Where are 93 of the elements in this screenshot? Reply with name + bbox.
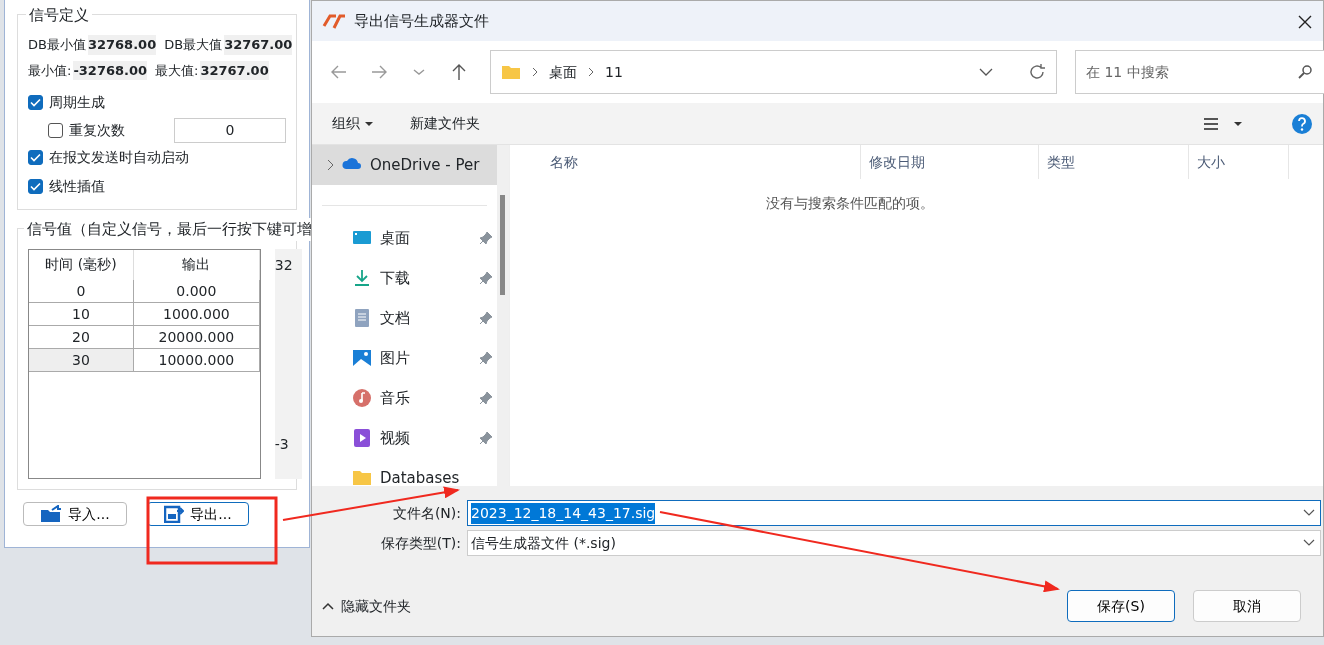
chevron-right-icon	[326, 159, 334, 171]
sidebar-item[interactable]: 桌面	[312, 218, 497, 258]
limit-label: DB最大值	[164, 36, 223, 54]
toolbar-button[interactable]: 组织	[332, 113, 374, 134]
sidebar-item[interactable]: OneDrive - Per	[312, 145, 497, 185]
image-icon	[352, 348, 372, 368]
caret-icon	[1233, 120, 1243, 127]
document-icon	[352, 308, 372, 328]
chevron-down-icon	[1302, 508, 1316, 518]
chevron-down-icon	[1302, 538, 1316, 548]
help-button[interactable]	[1291, 112, 1313, 135]
folder-icon	[352, 468, 372, 486]
field-label: 保存类型(T):	[380, 534, 461, 551]
filename-field[interactable]: 2023_12_18_14_43_17.sig	[467, 500, 1321, 526]
column-header[interactable]: 名称	[516, 145, 861, 179]
list-view-icon	[1203, 116, 1219, 131]
field-label: 文件名(N):	[392, 504, 461, 521]
limit-value: 32768.00	[87, 35, 157, 55]
pin-icon	[479, 351, 493, 365]
axis-label: -3	[274, 435, 290, 454]
video-icon	[352, 428, 372, 448]
limit-label: 最大值:	[155, 61, 199, 80]
column-header[interactable]: 大小	[1189, 145, 1289, 179]
breadcrumb-item[interactable]: 桌面	[549, 61, 577, 83]
close-icon	[1298, 14, 1312, 29]
import-button[interactable]: 导入...	[23, 502, 127, 526]
limit-value: 32767.00	[200, 60, 269, 80]
table-cell[interactable]: 1000.000	[134, 303, 260, 325]
column-header[interactable]: 类型	[1039, 145, 1189, 179]
folder-icon	[40, 505, 63, 523]
help-icon	[1291, 112, 1313, 135]
limit-label: 最小值:	[28, 61, 72, 80]
download-icon	[352, 268, 372, 288]
refresh-icon	[1028, 63, 1046, 81]
export-button[interactable]: 导出...	[147, 502, 249, 526]
checkbox[interactable]	[48, 122, 63, 138]
column-header[interactable]: 修改日期	[861, 145, 1039, 179]
chevron-up-icon	[322, 602, 334, 610]
view-button[interactable]	[1203, 116, 1243, 131]
checkbox-label: 周期生成	[49, 93, 105, 112]
save-icon	[164, 505, 185, 523]
column-header: 输出	[134, 250, 260, 280]
pin-icon	[479, 311, 493, 325]
table-cell[interactable]: 0.000	[134, 280, 260, 302]
folder-icon	[501, 64, 521, 80]
sidebar-item[interactable]: 下载	[312, 258, 497, 298]
sidebar-item[interactable]: Databases	[312, 458, 497, 486]
limit-value: -32768.00	[73, 60, 148, 80]
up-arrow-icon	[450, 63, 468, 81]
table-cell[interactable]: 10000.000	[134, 349, 260, 371]
empty-message: 没有与搜索条件匹配的项。	[764, 194, 935, 213]
checkbox[interactable]	[28, 179, 43, 194]
checkbox-label: 重复次数	[69, 120, 125, 140]
file-type-dropdown[interactable]: 信号生成器文件 (*.sig)	[467, 530, 1321, 556]
table-cell[interactable]: 20000.000	[134, 326, 260, 348]
column-header: 时间 (毫秒)	[29, 250, 134, 280]
checkbox-label: 在报文发送时自动启动	[49, 148, 189, 167]
table-cell[interactable]: 0	[29, 280, 134, 302]
pin-icon	[479, 231, 493, 245]
scrollbar-thumb[interactable]	[500, 195, 505, 295]
back-icon	[330, 63, 348, 81]
checkbox-label: 线性插值	[49, 177, 105, 196]
address-bar[interactable]: 桌面 11	[490, 50, 1057, 94]
search-field[interactable]: 在 11 中搜索	[1075, 50, 1324, 94]
window-title: 导出信号生成器文件	[354, 10, 489, 32]
chevron-down-icon	[978, 67, 994, 77]
axis-label: 32	[274, 256, 294, 275]
table-cell[interactable]: 30	[29, 349, 134, 371]
checkbox[interactable]	[28, 95, 43, 110]
chevron-right-icon	[531, 67, 539, 77]
repeat-count-field[interactable]: 0	[174, 117, 286, 143]
caret-icon	[363, 120, 374, 127]
breadcrumb-item[interactable]: 11	[605, 61, 623, 83]
sidebar-item[interactable]: 文档	[312, 298, 497, 338]
sidebar-item[interactable]: 图片	[312, 338, 497, 378]
limit-label: DB最小值	[28, 36, 86, 54]
pin-icon	[479, 431, 493, 445]
sidebar-item[interactable]: 音乐	[312, 378, 497, 418]
table-cell[interactable]: 10	[29, 303, 134, 325]
pin-icon	[479, 271, 493, 285]
pin-icon	[479, 391, 493, 405]
limit-value: 32767.00	[224, 35, 293, 55]
chevron-right-icon	[587, 67, 595, 77]
sidebar-item[interactable]: 视频	[312, 418, 497, 458]
checkbox[interactable]	[28, 150, 43, 165]
app-logo-icon	[322, 12, 346, 30]
cancel-button[interactable]: 取消	[1193, 590, 1301, 622]
hide-folders-button[interactable]: 隐藏文件夹	[322, 595, 411, 617]
save-button[interactable]: 保存(S)	[1067, 590, 1175, 622]
toolbar-button[interactable]: 新建文件夹	[409, 113, 480, 134]
forward-icon	[370, 63, 388, 81]
music-icon	[352, 388, 372, 408]
table-cell[interactable]: 20	[29, 326, 134, 348]
